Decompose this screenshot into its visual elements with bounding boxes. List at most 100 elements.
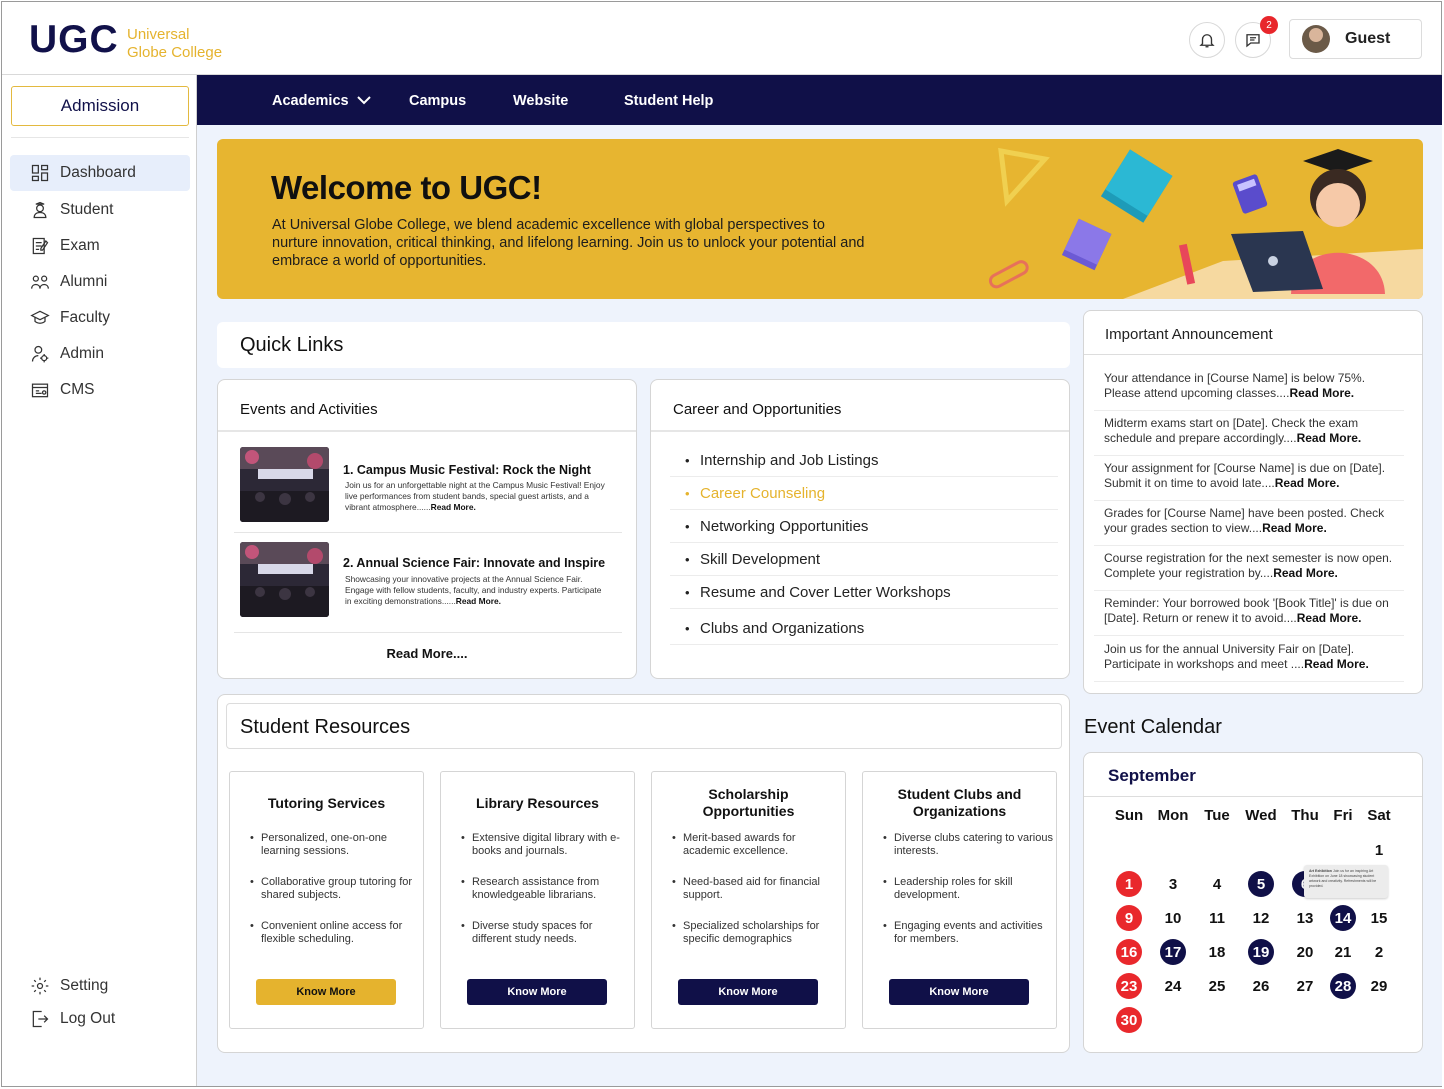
nav-academics[interactable]: Academics [272,93,371,109]
resource-point: Convenient online access for flexible sc… [250,920,420,964]
announcement-read-more[interactable]: Read More. [1275,476,1340,490]
logo[interactable]: UGC [29,18,119,62]
user-menu-button[interactable]: Guest [1289,19,1422,59]
student-resources-card: Student Resources Tutoring Services Pers… [217,694,1070,1053]
career-link-networking[interactable]: Networking Opportunities [670,510,1058,543]
resource-point: Specialized scholarships for specific de… [672,920,842,964]
calendar-day[interactable]: 9 [1116,905,1142,931]
calendar-day[interactable]: 10 [1160,905,1186,931]
announcements-title: Important Announcement [1084,311,1422,355]
calendar-day[interactable]: 5 [1248,871,1274,897]
resource-point: Engaging events and activities for membe… [883,920,1053,964]
user-name: Guest [1345,30,1391,47]
announcement-item[interactable]: Midterm exams start on [Date]. Check the… [1094,411,1404,456]
top-navigation: Academics Campus Website Student Help [197,75,1442,125]
weekday-sat: Sat [1367,807,1391,824]
know-more-button[interactable]: Know More [678,979,818,1005]
know-more-button[interactable]: Know More [889,979,1029,1005]
calendar-day[interactable]: 12 [1248,905,1274,931]
announcement-item[interactable]: Reminder: Your borrowed book '[Book Titl… [1094,591,1404,636]
career-link-internships[interactable]: Internship and Job Listings [670,444,1058,477]
calendar-day[interactable]: 27 [1292,973,1318,999]
resource-point: Collaborative group tutoring for shared … [250,876,420,920]
setting-button[interactable]: Setting [10,968,190,1004]
sidebar-item-label: Student [60,201,114,218]
announcement-read-more[interactable]: Read More. [1262,521,1327,535]
career-link-resume[interactable]: Resume and Cover Letter Workshops [670,576,1058,609]
sidebar-item-faculty[interactable]: Faculty [10,300,190,336]
resource-point: Extensive digital library with e-books a… [461,832,631,876]
calendar-day[interactable]: 17 [1160,939,1186,965]
nav-student-help[interactable]: Student Help [624,93,713,109]
calendar-day[interactable]: 28 [1330,973,1356,999]
calendar-day[interactable]: 21 [1330,939,1356,965]
welcome-text: At Universal Globe College, we blend aca… [272,217,865,269]
sidebar-item-exam[interactable]: Exam [10,228,190,264]
weekday-mon: Mon [1157,807,1189,824]
exam-icon [32,237,49,255]
resource-card-library: Library Resources Extensive digital libr… [440,771,635,1029]
calendar-day[interactable]: 2 [1366,939,1392,965]
calendar-day[interactable]: 15 [1366,905,1392,931]
calendar-day[interactable]: 4 [1204,871,1230,897]
calendar-day[interactable]: 30 [1116,1007,1142,1033]
sidebar-item-alumni[interactable]: Alumni [10,264,190,300]
announcement-item[interactable]: Course registration for the next semeste… [1094,546,1404,591]
career-link-skills[interactable]: Skill Development [670,543,1058,576]
event-read-more[interactable]: Read More. [456,596,501,606]
event-item[interactable]: 1. Campus Music Festival: Rock the Night… [240,447,620,523]
sidebar-item-dashboard[interactable]: Dashboard [10,155,190,191]
event-item[interactable]: 2. Annual Science Fair: Innovate and Ins… [240,542,620,618]
career-link-counseling[interactable]: Career Counseling [670,477,1058,510]
events-read-more-link[interactable]: Read More.... [218,646,636,661]
app-header: UGC Universal Globe College 2 Guest [2,2,1441,75]
announcement-item[interactable]: Your assignment for [Course Name] is due… [1094,456,1404,501]
event-read-more[interactable]: Read More. [431,502,476,512]
calendar-day[interactable]: 26 [1248,973,1274,999]
announcements-card: Important Announcement Your attendance i… [1083,310,1423,694]
sidebar-item-label: CMS [60,381,95,398]
calendar-month[interactable]: September [1108,766,1196,786]
announcement-read-more[interactable]: Read More. [1289,386,1354,400]
calendar-day[interactable]: 1 [1116,871,1142,897]
sidebar-item-cms[interactable]: CMS [10,372,190,408]
admission-button[interactable]: Admission [11,86,189,126]
calendar-day[interactable]: 18 [1204,939,1230,965]
calendar-day[interactable]: 11 [1204,905,1230,931]
nav-campus[interactable]: Campus [409,93,466,109]
announcement-item[interactable]: Join us for the annual University Fair o… [1094,637,1404,682]
calendar-day[interactable]: 1 [1366,837,1392,863]
know-more-button[interactable]: Know More [256,979,396,1005]
calendar-day[interactable]: 19 [1248,939,1274,965]
resource-point: Research assistance from knowledgeable l… [461,876,631,920]
know-more-button[interactable]: Know More [467,979,607,1005]
resource-point: Leadership roles for skill development. [883,876,1053,920]
calendar-day[interactable]: 20 [1292,939,1318,965]
sidebar-item-student[interactable]: Student [10,192,190,228]
announcement-read-more[interactable]: Read More. [1273,566,1338,580]
career-link-clubs[interactable]: Clubs and Organizations [670,612,1058,645]
announcement-read-more[interactable]: Read More. [1304,657,1369,671]
calendar-day[interactable]: 25 [1204,973,1230,999]
nav-website[interactable]: Website [513,93,568,109]
sidebar-item-label: Exam [60,237,100,254]
sidebar-item-admin[interactable]: Admin [10,336,190,372]
announcement-item[interactable]: Grades for [Course Name] have been poste… [1094,501,1404,546]
calendar-day[interactable]: 3 [1160,871,1186,897]
logout-button[interactable]: Log Out [10,1001,190,1037]
calendar-day[interactable]: 23 [1116,973,1142,999]
announcement-read-more[interactable]: Read More. [1297,611,1362,625]
announcement-read-more[interactable]: Read More. [1297,431,1362,445]
calendar-day[interactable]: 24 [1160,973,1186,999]
calendar-day[interactable]: 29 [1366,973,1392,999]
resource-card-tutoring: Tutoring Services Personalized, one-on-o… [229,771,424,1029]
calendar-day[interactable]: 14 [1330,905,1356,931]
events-card: Events and Activities 1. Campus Music Fe… [217,379,637,679]
notification-button[interactable] [1189,22,1225,58]
calendar-divider [1084,796,1422,797]
sidebar-item-label: Alumni [60,273,108,290]
dashboard-icon [31,164,49,182]
calendar-day[interactable]: 13 [1292,905,1318,931]
calendar-day[interactable]: 16 [1116,939,1142,965]
announcement-item[interactable]: Your attendance in [Course Name] is belo… [1094,366,1404,411]
